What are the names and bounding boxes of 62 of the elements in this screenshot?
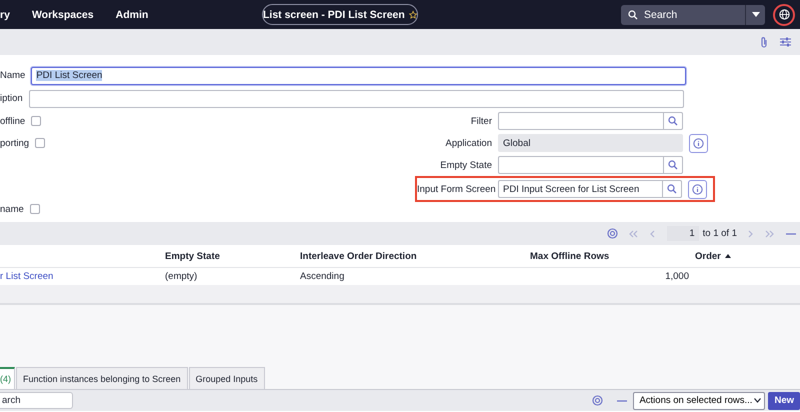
field-label: Empty State: [439, 160, 492, 170]
checkbox-label: porting: [0, 138, 30, 148]
page-number-field[interactable]: 1: [667, 226, 699, 241]
column-header[interactable]: Interleave Order Direction: [300, 250, 417, 262]
input-field[interactable]: PDI Input Screen for List Screen: [498, 180, 664, 198]
nav-menu-item[interactable]: Admin: [116, 8, 148, 20]
collapse-icon[interactable]: [786, 232, 796, 236]
nav-menu-item[interactable]: Workspaces: [32, 8, 94, 20]
lookup-button[interactable]: [664, 156, 683, 174]
info-button[interactable]: [688, 180, 707, 198]
input-field[interactable]: [498, 112, 664, 130]
description-input-field[interactable]: [28, 90, 684, 108]
read-only-field: Global: [498, 134, 683, 152]
info-icon: [693, 138, 704, 148]
search-scope-dropdown[interactable]: [745, 4, 765, 24]
settings-icon[interactable]: [607, 228, 618, 239]
info-icon: [692, 184, 704, 194]
related-list-tab[interactable]: Function instances belonging to Screen: [16, 367, 188, 389]
column-header[interactable]: Empty State: [165, 250, 220, 262]
related-list-tab[interactable]: Grouped Inputs: [188, 367, 265, 389]
table-cell: 1,000: [665, 271, 689, 282]
info-button[interactable]: [689, 134, 708, 152]
search-icon: [667, 184, 678, 194]
page-range-text: to 1 of 1: [702, 228, 737, 239]
settings-icon[interactable]: [592, 395, 604, 406]
column-header[interactable]: Order: [695, 250, 721, 262]
caret-icon: [752, 12, 760, 17]
actions-dropdown[interactable]: Actions on selected rows...: [633, 392, 766, 410]
search-field[interactable]: Search: [621, 4, 745, 24]
table-cell: (empty): [165, 271, 198, 282]
checkbox[interactable]: [31, 116, 42, 126]
input-field[interactable]: [498, 156, 664, 174]
paperclip-icon[interactable]: [760, 36, 768, 48]
checkbox[interactable]: [30, 204, 40, 214]
globe-button[interactable]: [773, 4, 795, 26]
related-list-tab[interactable]: (4): [0, 367, 15, 389]
record-title: List screen - PDI List Screen: [263, 8, 405, 20]
checkbox[interactable]: [35, 138, 46, 148]
star-icon[interactable]: [408, 10, 417, 20]
nav-menu-item[interactable]: ry: [0, 8, 10, 20]
checkbox-label: name: [0, 204, 24, 214]
field-label: iption: [0, 93, 23, 104]
chevron-down-icon: [754, 398, 762, 403]
lookup-button[interactable]: [664, 112, 683, 130]
search-field[interactable]: arch: [0, 392, 73, 409]
checkbox-label: offline: [0, 116, 26, 126]
field-label: Name: [0, 70, 26, 81]
field-label: Filter: [470, 116, 492, 126]
search-icon: [668, 116, 678, 126]
search-icon: [628, 10, 638, 20]
sliders-icon[interactable]: [780, 37, 791, 47]
table-cell: Ascending: [300, 271, 344, 282]
collapse-icon[interactable]: [617, 398, 628, 402]
lookup-button[interactable]: [663, 180, 682, 198]
new-button[interactable]: New: [768, 392, 800, 410]
globe-icon: [778, 9, 790, 20]
search-icon: [668, 160, 678, 170]
field-label: Application: [444, 138, 492, 148]
name-input-field[interactable]: PDI List Screen: [31, 66, 686, 84]
record-title-pill[interactable]: List screen - PDI List Screen: [262, 4, 418, 25]
record-link[interactable]: r List Screen: [0, 271, 54, 282]
column-header[interactable]: Max Offline Rows: [530, 250, 610, 262]
